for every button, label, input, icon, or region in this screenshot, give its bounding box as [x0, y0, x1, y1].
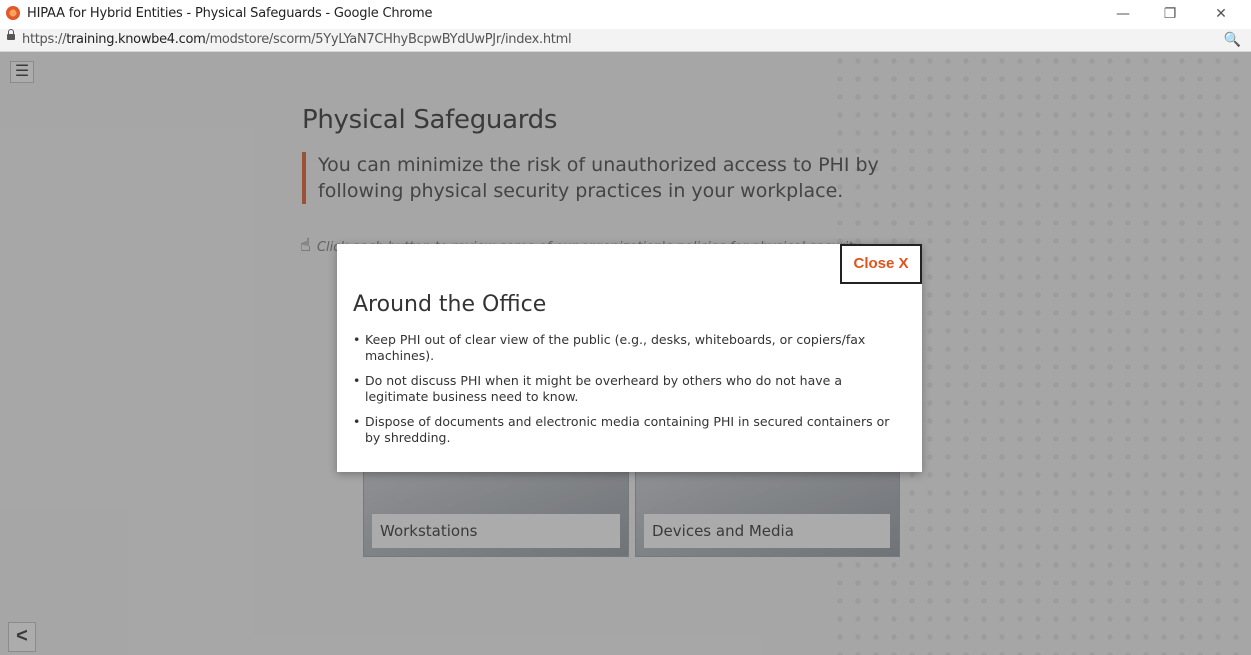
- course-page: ☰ Physical Safeguards You can minimize t…: [0, 52, 1251, 655]
- window-close-button[interactable]: ✕: [1201, 2, 1241, 26]
- minimize-button[interactable]: —: [1103, 2, 1143, 26]
- lock-icon: [7, 29, 15, 40]
- restore-button[interactable]: ❐: [1150, 2, 1190, 26]
- policy-list: Keep PHI out of clear view of the public…: [353, 332, 908, 455]
- zoom-icon[interactable]: 🔍: [1224, 31, 1241, 48]
- chrome-app-icon: [6, 6, 20, 20]
- list-item: Dispose of documents and electronic medi…: [353, 414, 908, 446]
- window-title: HIPAA for Hybrid Entities - Physical Saf…: [27, 6, 433, 21]
- modal-close-button[interactable]: Close X: [840, 244, 922, 284]
- address-bar[interactable]: https://training.knowbe4.com/modstore/sc…: [0, 29, 1251, 52]
- window-title-bar: HIPAA for Hybrid Entities - Physical Saf…: [0, 0, 1251, 29]
- around-the-office-modal: Close X Around the Office Keep PHI out o…: [337, 244, 922, 472]
- modal-heading: Around the Office: [353, 292, 547, 317]
- list-item: Do not discuss PHI when it might be over…: [353, 373, 908, 405]
- list-item: Keep PHI out of clear view of the public…: [353, 332, 908, 364]
- url-text[interactable]: https://training.knowbe4.com/modstore/sc…: [22, 32, 572, 47]
